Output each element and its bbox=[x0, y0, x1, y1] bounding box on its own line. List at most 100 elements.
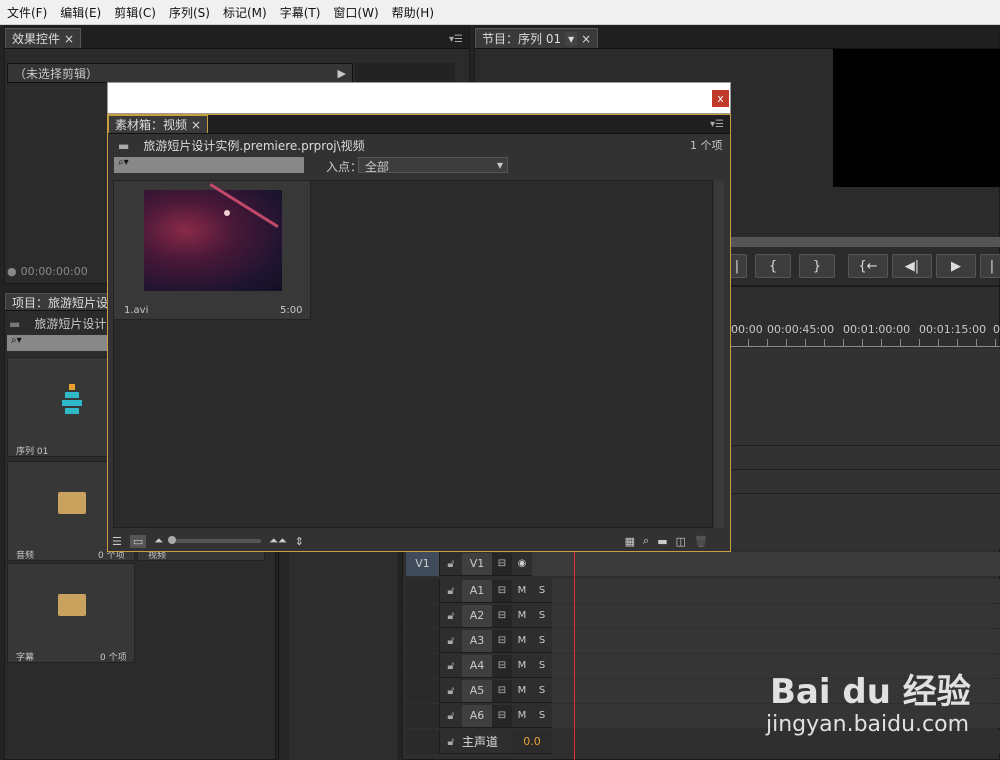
tab-bin[interactable]: 素材箱：视频 × bbox=[108, 115, 209, 133]
mute-button[interactable]: M bbox=[512, 585, 532, 596]
close-button[interactable]: x bbox=[712, 90, 729, 107]
step-forward-button[interactable]: | bbox=[980, 254, 1000, 278]
track-row-a1: 🔓︎ A1 ⊟ M S bbox=[406, 578, 1000, 603]
trash-icon[interactable]: 🗑︎ bbox=[694, 535, 730, 548]
slider-handle[interactable] bbox=[168, 536, 177, 544]
clip-thumbnail bbox=[144, 183, 282, 291]
solo-button[interactable]: S bbox=[532, 585, 552, 596]
mark-in-button[interactable]: { bbox=[755, 254, 791, 278]
mute-button[interactable]: M bbox=[512, 710, 532, 721]
effects-timecode: ● 00:00:00:00 bbox=[7, 265, 88, 278]
track-name[interactable]: A4 bbox=[462, 654, 492, 677]
lock-icon[interactable]: 🔓︎ bbox=[440, 659, 462, 673]
inpoint-select[interactable]: 全部 ▾ bbox=[358, 157, 508, 174]
bin-path: ▬ 旅游短片设计实例.premiere.prproj\视频 bbox=[118, 138, 365, 154]
new-bin-icon[interactable]: ▬ bbox=[657, 535, 667, 548]
toggle-sync-icon[interactable]: ⊟ bbox=[492, 579, 512, 602]
track-name[interactable]: A2 bbox=[462, 604, 492, 627]
menu-edit[interactable]: 编辑(E) bbox=[53, 4, 107, 21]
toggle-sync-icon[interactable]: ⊟ bbox=[492, 629, 512, 652]
track-lane[interactable] bbox=[552, 578, 1000, 603]
solo-button[interactable]: S bbox=[532, 610, 552, 621]
menu-clip[interactable]: 剪辑(C) bbox=[107, 4, 162, 21]
track-lane[interactable] bbox=[552, 603, 1000, 628]
chevron-down-icon[interactable]: ▾ bbox=[565, 31, 578, 46]
close-icon[interactable]: × bbox=[191, 118, 201, 132]
tab-project[interactable]: 项目：旅游短片设 bbox=[5, 293, 116, 310]
lock-icon[interactable]: 🔓︎ bbox=[440, 634, 462, 648]
mute-button[interactable]: M bbox=[512, 685, 532, 696]
panel-menu-icon[interactable]: ▾☰ bbox=[443, 34, 469, 48]
zoom-slider[interactable] bbox=[168, 536, 262, 544]
clip-selector[interactable]: （未选择剪辑） ▶ bbox=[7, 63, 353, 83]
lock-icon[interactable]: 🔓︎ bbox=[440, 709, 462, 723]
sort-icon[interactable]: ⇕ bbox=[295, 535, 304, 548]
track-lane[interactable] bbox=[532, 551, 1000, 576]
track-name[interactable]: A5 bbox=[462, 679, 492, 702]
bin-search-input[interactable]: ⌕▾ bbox=[114, 157, 304, 173]
menu-help[interactable]: 帮助(H) bbox=[385, 4, 440, 21]
project-item[interactable]: 字幕 0 个项 bbox=[7, 563, 135, 663]
step-back-button[interactable]: ◀| bbox=[892, 254, 932, 278]
watermark-url: jingyan.baidu.com bbox=[766, 712, 970, 737]
playhead[interactable] bbox=[574, 552, 575, 760]
bin-window-titlebar: x bbox=[107, 82, 731, 114]
solo-button[interactable]: S bbox=[532, 710, 552, 721]
timeline-ruler[interactable]: 00:00 00:00:45:00 00:01:00:00 00:01:15:0… bbox=[729, 319, 1000, 349]
toggle-sync-icon[interactable]: ⊟ bbox=[492, 654, 512, 677]
track-name[interactable]: A3 bbox=[462, 629, 492, 652]
toggle-sync-icon[interactable]: ⊟ bbox=[492, 552, 512, 575]
lock-icon[interactable]: 🔓︎ bbox=[440, 684, 462, 698]
track-name[interactable]: V1 bbox=[462, 552, 492, 575]
close-icon[interactable]: × bbox=[64, 32, 74, 46]
master-volume[interactable]: 0.0 bbox=[512, 730, 552, 753]
mute-button[interactable]: M bbox=[512, 610, 532, 621]
solo-button[interactable]: S bbox=[532, 635, 552, 646]
vertical-scrollbar[interactable] bbox=[714, 180, 724, 528]
track-lane[interactable] bbox=[552, 628, 1000, 653]
clip-thumbnail-item[interactable]: 1.avi 5:00 bbox=[113, 180, 311, 320]
menu-window[interactable]: 窗口(W) bbox=[326, 4, 384, 21]
icon-view-icon[interactable]: ▭ bbox=[129, 534, 147, 548]
new-item-icon[interactable]: ◫ bbox=[676, 535, 686, 548]
mark-out-button[interactable]: } bbox=[799, 254, 835, 278]
eye-icon[interactable]: ◉ bbox=[512, 558, 532, 569]
tab-program[interactable]: 节目：序列 01 ▾ × bbox=[475, 28, 599, 48]
track-name[interactable]: A1 bbox=[462, 579, 492, 602]
solo-button[interactable]: S bbox=[532, 685, 552, 696]
source-patch-v1[interactable]: V1 bbox=[406, 551, 440, 576]
mute-button[interactable]: M bbox=[512, 660, 532, 671]
lock-icon[interactable]: 🔓︎ bbox=[440, 735, 462, 749]
lock-icon[interactable]: 🔓︎ bbox=[440, 557, 462, 571]
toggle-sync-icon[interactable]: ⊟ bbox=[492, 679, 512, 702]
mute-button[interactable]: M bbox=[512, 635, 532, 646]
toggle-sync-icon[interactable]: ⊟ bbox=[492, 704, 512, 727]
go-to-in-button[interactable]: {← bbox=[848, 254, 888, 278]
track-name[interactable]: A6 bbox=[462, 704, 492, 727]
find-icon[interactable]: ⌕ bbox=[643, 534, 649, 548]
sequence-icon bbox=[62, 384, 82, 414]
project-search-input[interactable]: ⌕▾ bbox=[7, 335, 117, 351]
lock-icon[interactable]: 🔓︎ bbox=[440, 584, 462, 598]
program-video-display bbox=[833, 49, 1000, 187]
panel-menu-icon[interactable]: ▾☰ bbox=[704, 119, 730, 133]
zoom-out-icon[interactable]: ⏶ bbox=[154, 534, 163, 548]
toggle-sync-icon[interactable]: ⊟ bbox=[492, 604, 512, 627]
lock-icon[interactable]: 🔓︎ bbox=[440, 609, 462, 623]
play-button[interactable]: ▶ bbox=[936, 254, 976, 278]
close-icon[interactable]: × bbox=[581, 32, 591, 46]
watermark-logo: Bai du 经验 bbox=[770, 672, 971, 712]
bin-panel: 素材箱：视频 × ▾☰ ▬ 旅游短片设计实例.premiere.prproj\视频 … bbox=[107, 114, 731, 552]
menu-sequence[interactable]: 序列(S) bbox=[162, 4, 216, 21]
folder-icon: ▬ bbox=[9, 316, 21, 331]
automate-icon[interactable]: ▦ bbox=[625, 535, 635, 548]
tab-effect-controls[interactable]: 效果控件 × bbox=[5, 28, 82, 48]
menu-title[interactable]: 字幕(T) bbox=[273, 4, 327, 21]
zoom-in-icon[interactable]: ⏶⏶ bbox=[269, 534, 287, 548]
solo-button[interactable]: S bbox=[532, 660, 552, 671]
dot-icon: ● bbox=[7, 265, 17, 278]
list-view-icon[interactable]: ☰ bbox=[112, 535, 122, 548]
track-row-v1: V1 🔓︎ V1 ⊟ ◉ bbox=[406, 551, 1000, 576]
menu-marker[interactable]: 标记(M) bbox=[216, 4, 273, 21]
menu-file[interactable]: 文件(F) bbox=[0, 4, 53, 21]
